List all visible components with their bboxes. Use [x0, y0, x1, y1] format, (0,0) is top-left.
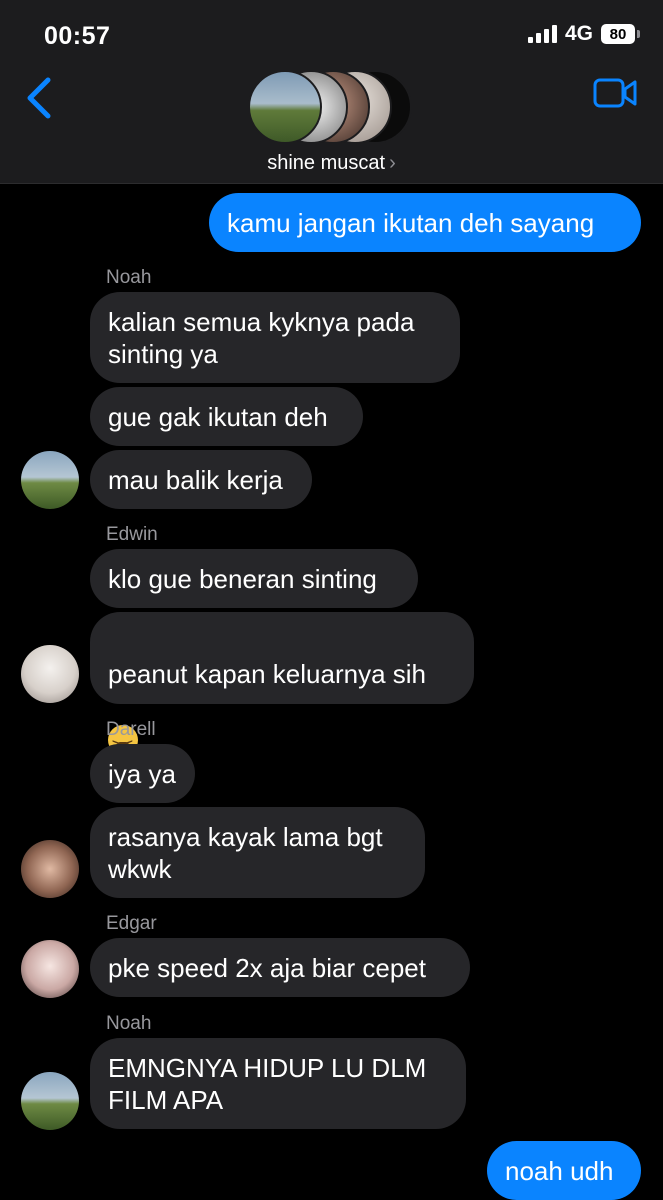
- incoming-message[interactable]: peanut kapan keluarnya sih: [90, 612, 474, 760]
- incoming-message[interactable]: mau balik kerja: [90, 450, 312, 509]
- sender-name: Noah: [106, 1013, 152, 1034]
- sender-name: Noah: [106, 267, 152, 288]
- avatar[interactable]: [21, 1072, 79, 1130]
- network-type: 4G: [564, 22, 593, 45]
- group-member-avatar: [248, 70, 322, 144]
- avatar[interactable]: [21, 645, 79, 703]
- incoming-message[interactable]: gue gak ikutan deh: [90, 387, 363, 446]
- sender-name: Edwin: [106, 524, 158, 545]
- outgoing-message[interactable]: kamu jangan ikutan deh sayang: [209, 193, 641, 252]
- video-camera-icon: [593, 78, 637, 108]
- video-call-button[interactable]: [593, 76, 637, 110]
- group-name-button[interactable]: shine muscat ›: [0, 152, 663, 175]
- incoming-message[interactable]: pke speed 2x aja biar cepet: [90, 938, 470, 997]
- outgoing-message[interactable]: noah udh: [487, 1141, 641, 1200]
- status-indicators: 4G 80: [527, 22, 640, 46]
- avatar[interactable]: [21, 451, 79, 509]
- incoming-message[interactable]: klo gue beneran sinting: [90, 549, 418, 608]
- sender-name: Edgar: [106, 913, 157, 934]
- incoming-message[interactable]: rasanya kayak lama bgt wkwk: [90, 807, 425, 898]
- group-avatar-stack[interactable]: [248, 70, 418, 144]
- conversation-header: 00:57 4G 80 shine muscat ›: [0, 0, 663, 184]
- signal-icon: [527, 25, 557, 43]
- chevron-right-icon: ›: [389, 152, 396, 174]
- incoming-message[interactable]: kalian semua kyknya pada sinting ya: [90, 292, 460, 383]
- group-name: shine muscat: [267, 152, 386, 174]
- battery-icon: 80: [601, 24, 640, 44]
- sender-name: Darell: [106, 719, 156, 740]
- incoming-message[interactable]: EMNGNYA HIDUP LU DLM FILM APA: [90, 1038, 466, 1129]
- message-text: peanut kapan keluarnya sih: [108, 659, 427, 689]
- status-time: 00:57: [44, 22, 111, 50]
- incoming-message[interactable]: iya ya: [90, 744, 195, 803]
- chevron-left-icon: [27, 77, 51, 119]
- battery-level: 80: [609, 25, 627, 43]
- avatar[interactable]: [21, 840, 79, 898]
- avatar[interactable]: [21, 940, 79, 998]
- back-button[interactable]: [22, 76, 58, 122]
